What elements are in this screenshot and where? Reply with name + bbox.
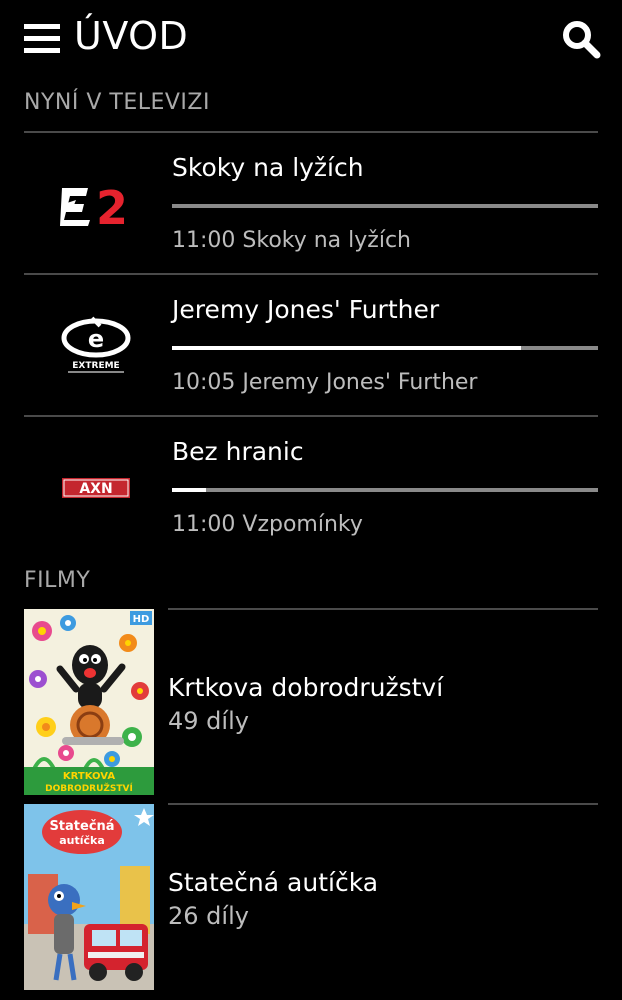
progress-fill bbox=[172, 488, 207, 492]
program-subtitle: 10:05 Jeremy Jones' Further bbox=[172, 370, 478, 395]
film-episode-count: 49 díly bbox=[168, 707, 249, 735]
svg-text:autíčka: autíčka bbox=[59, 834, 105, 847]
svg-text:AXN: AXN bbox=[79, 481, 112, 497]
program-progress-bar bbox=[172, 346, 598, 350]
program-title: Bez hranic bbox=[172, 437, 304, 466]
program-subtitle: 11:00 Skoky na lyžích bbox=[172, 228, 411, 253]
hamburger-menu-icon[interactable] bbox=[24, 24, 60, 54]
section-label-now-on-tv: NYNÍ V TELEVIZI bbox=[24, 90, 210, 115]
program-progress-bar bbox=[172, 204, 598, 208]
film-episode-count: 26 díly bbox=[168, 902, 249, 930]
svg-text:DOBRODRUŽSTVÍ: DOBRODRUŽSTVÍ bbox=[45, 782, 133, 794]
channel-row-axn[interactable]: AXN Bez hranic 11:00 Vzpomínky bbox=[24, 417, 598, 559]
svg-text:e: e bbox=[88, 325, 104, 353]
app-header: ÚVOD bbox=[0, 0, 622, 80]
channel-row-eurosport-2[interactable]: 2 Skoky na lyžích 11:00 Skoky na lyžích bbox=[24, 133, 598, 275]
program-title: Skoky na lyžích bbox=[172, 153, 364, 182]
film-title: Krtkova dobrodružství bbox=[168, 673, 444, 702]
program-progress-bar bbox=[172, 488, 598, 492]
svg-text:EXTREME: EXTREME bbox=[72, 361, 119, 371]
film-row-krtkova-dobrodruzstvi[interactable]: HD KRTKOVA DOBRODRUŽSTVÍ Krtkova dobrodr… bbox=[24, 609, 598, 795]
eurosport-2-logo: 2 bbox=[48, 159, 144, 249]
svg-text:KRTKOVA: KRTKOVA bbox=[63, 771, 115, 782]
film-title: Statečná autíčka bbox=[168, 868, 379, 897]
svg-text:HD: HD bbox=[133, 614, 150, 625]
axn-logo: AXN bbox=[48, 443, 144, 533]
film-poster-krtek: HD KRTKOVA DOBRODRUŽSTVÍ bbox=[24, 609, 154, 795]
extreme-sports-channel-logo: e EXTREME bbox=[48, 301, 144, 391]
progress-fill bbox=[172, 346, 522, 350]
program-subtitle: 11:00 Vzpomínky bbox=[172, 512, 363, 537]
film-row-statecna-auticka[interactable]: Statečná autíčka Statečná autíčka 26 díl… bbox=[24, 804, 598, 990]
search-icon[interactable] bbox=[560, 18, 602, 60]
section-label-films: FILMY bbox=[24, 568, 91, 593]
page-title: ÚVOD bbox=[74, 14, 189, 58]
svg-text:2: 2 bbox=[96, 182, 128, 226]
program-title: Jeremy Jones' Further bbox=[172, 295, 440, 324]
film-poster-auticka: Statečná autíčka bbox=[24, 804, 154, 990]
svg-text:Statečná: Statečná bbox=[49, 819, 114, 834]
channel-row-extreme[interactable]: e EXTREME Jeremy Jones' Further 10:05 Je… bbox=[24, 275, 598, 417]
